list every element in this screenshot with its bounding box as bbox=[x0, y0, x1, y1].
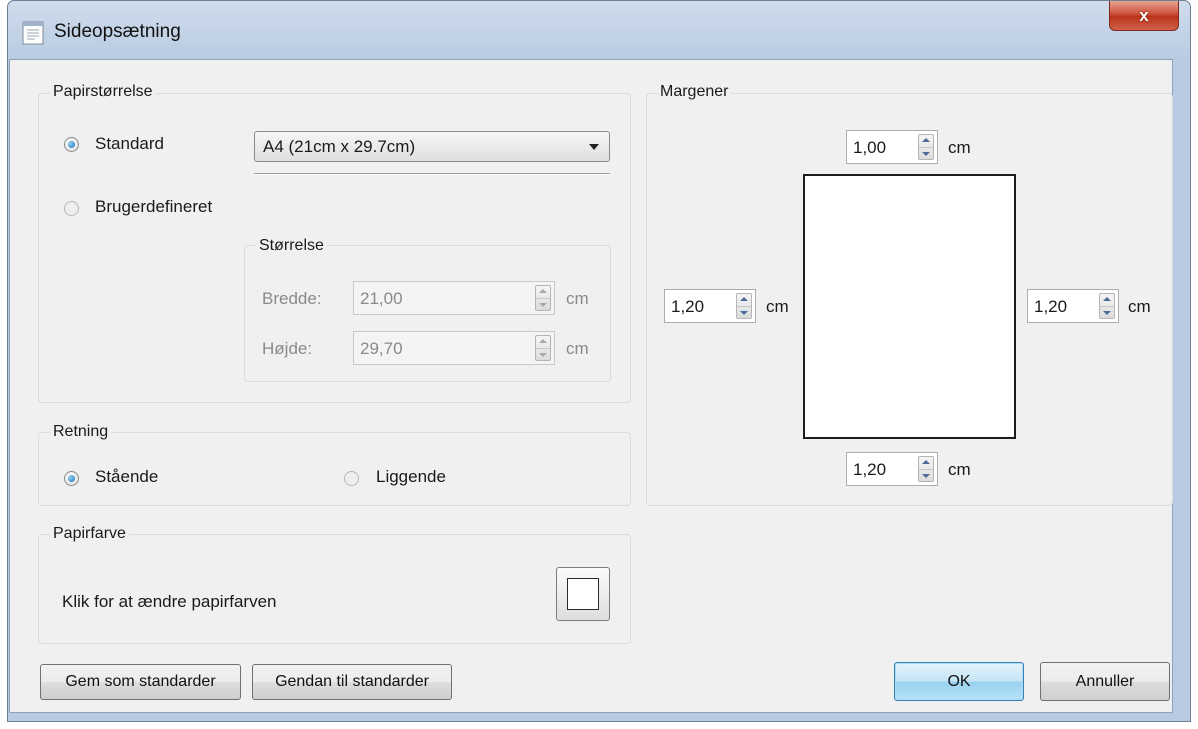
spin-down-icon[interactable] bbox=[536, 348, 550, 361]
paper-color-text: Klik for at ændre papirfarven bbox=[62, 592, 277, 611]
spin-down-icon[interactable] bbox=[919, 469, 933, 482]
window-title: Sideopsætning bbox=[54, 21, 181, 42]
height-label: Højde: bbox=[262, 339, 313, 358]
ok-button[interactable]: OK bbox=[894, 662, 1024, 701]
height-field[interactable]: 29,70 bbox=[353, 331, 555, 365]
spin-up-icon[interactable] bbox=[737, 294, 751, 306]
page-preview bbox=[803, 174, 1016, 439]
paper-color-swatch bbox=[567, 578, 599, 610]
separator bbox=[254, 173, 610, 175]
paper-color-group bbox=[38, 534, 631, 644]
custom-label[interactable]: Brugerdefineret bbox=[95, 197, 212, 217]
close-button[interactable]: x bbox=[1109, 1, 1179, 31]
width-unit: cm bbox=[566, 289, 589, 308]
margin-left-unit: cm bbox=[766, 297, 789, 316]
margins-group-label: Margener bbox=[657, 83, 732, 101]
margin-bottom-field[interactable]: 1,20 bbox=[846, 452, 938, 486]
width-label: Bredde: bbox=[262, 289, 322, 308]
custom-size-group-label: Størrelse bbox=[256, 237, 327, 255]
margin-left-field[interactable]: 1,20 bbox=[664, 289, 756, 323]
height-value: 29,70 bbox=[360, 339, 403, 358]
spin-up-icon[interactable] bbox=[1100, 294, 1114, 306]
width-value: 21,00 bbox=[360, 289, 403, 308]
standard-label[interactable]: Standard bbox=[95, 134, 164, 154]
restore-defaults-button[interactable]: Gendan til standarder bbox=[252, 664, 452, 700]
title-bar[interactable]: Sideopsætning bbox=[8, 1, 1190, 61]
margin-bottom-spinner[interactable] bbox=[918, 456, 934, 482]
paper-size-group-label: Papirstørrelse bbox=[50, 83, 156, 101]
custom-radio[interactable] bbox=[64, 201, 79, 216]
spin-up-icon[interactable] bbox=[536, 336, 550, 348]
landscape-radio[interactable] bbox=[344, 471, 359, 486]
width-spinner[interactable] bbox=[535, 285, 551, 311]
height-spinner[interactable] bbox=[535, 335, 551, 361]
margin-top-field[interactable]: 1,00 bbox=[846, 130, 938, 164]
spin-down-icon[interactable] bbox=[919, 147, 933, 160]
close-icon: x bbox=[1139, 5, 1149, 25]
margin-top-value: 1,00 bbox=[853, 138, 887, 157]
page-setup-icon bbox=[22, 21, 44, 45]
portrait-radio[interactable] bbox=[64, 471, 79, 486]
margin-right-field[interactable]: 1,20 bbox=[1027, 289, 1119, 323]
margin-right-spinner[interactable] bbox=[1099, 293, 1115, 319]
dropdown-arrow-icon bbox=[589, 144, 599, 150]
margin-right-unit: cm bbox=[1128, 297, 1151, 316]
margin-bottom-value: 1,20 bbox=[853, 460, 887, 479]
standard-radio[interactable] bbox=[64, 137, 79, 152]
landscape-label[interactable]: Liggende bbox=[376, 467, 446, 487]
margin-left-value: 1,20 bbox=[671, 297, 705, 316]
cancel-button[interactable]: Annuller bbox=[1040, 662, 1170, 701]
margin-left-spinner[interactable] bbox=[736, 293, 752, 319]
spin-down-icon[interactable] bbox=[1100, 306, 1114, 319]
margin-top-unit: cm bbox=[948, 138, 971, 157]
paper-size-dropdown[interactable]: A4 (21cm x 29.7cm) bbox=[254, 131, 610, 162]
spin-down-icon[interactable] bbox=[737, 306, 751, 319]
spin-down-icon[interactable] bbox=[536, 298, 550, 311]
spin-up-icon[interactable] bbox=[536, 286, 550, 298]
margin-right-value: 1,20 bbox=[1034, 297, 1068, 316]
paper-color-button[interactable] bbox=[556, 567, 610, 621]
portrait-label[interactable]: Stående bbox=[95, 467, 158, 487]
paper-size-value: A4 (21cm x 29.7cm) bbox=[263, 137, 416, 156]
margin-bottom-unit: cm bbox=[948, 460, 971, 479]
orientation-group-label: Retning bbox=[50, 423, 112, 441]
save-defaults-button[interactable]: Gem som standarder bbox=[40, 664, 241, 700]
paper-color-group-label: Papirfarve bbox=[50, 525, 129, 543]
spin-up-icon[interactable] bbox=[919, 135, 933, 147]
spin-up-icon[interactable] bbox=[919, 457, 933, 469]
width-field[interactable]: 21,00 bbox=[353, 281, 555, 315]
margin-top-spinner[interactable] bbox=[918, 134, 934, 160]
height-unit: cm bbox=[566, 339, 589, 358]
